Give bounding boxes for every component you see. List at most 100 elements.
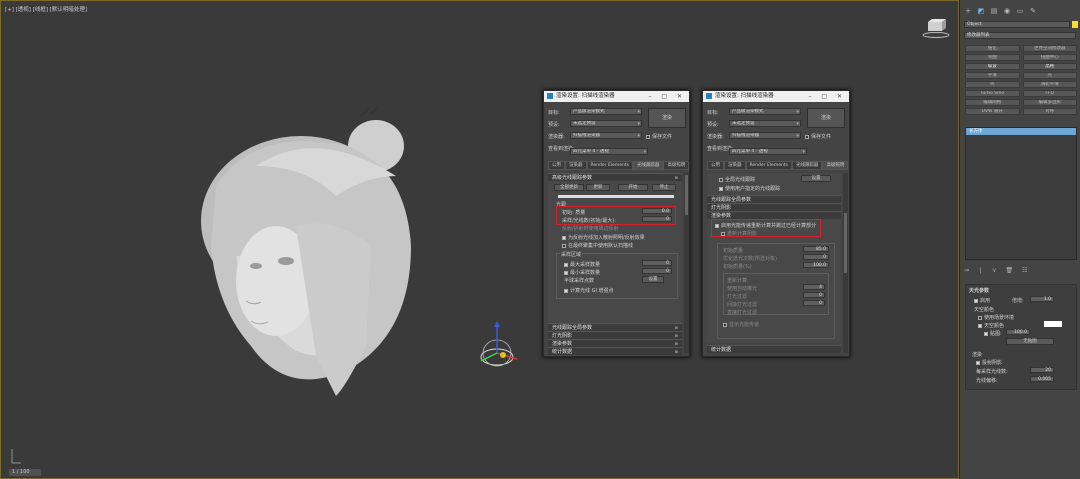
- viewcube-icon[interactable]: [921, 19, 951, 39]
- view-combo[interactable]: 四元菜单 4 - 透视: [570, 148, 648, 155]
- object-color-swatch[interactable]: [1072, 21, 1078, 28]
- tab-render-elements[interactable]: Render Elements: [745, 161, 792, 170]
- modifier-button[interactable]: 扭曲中心: [1022, 54, 1077, 61]
- user-raytrace-check[interactable]: 使用用户指定的光线跟踪: [719, 185, 780, 192]
- modify-icon[interactable]: ◩: [976, 7, 986, 16]
- utilities-icon[interactable]: ✎: [1028, 7, 1038, 16]
- render-button[interactable]: 渲染: [648, 108, 686, 128]
- head-model[interactable]: [196, 106, 426, 406]
- modifier-button[interactable]: 壳: [965, 81, 1020, 88]
- rollup-statistics[interactable]: 统计数据: [707, 345, 841, 353]
- modifier-button[interactable]: 壳: [1022, 72, 1077, 79]
- scrollbar[interactable]: [684, 173, 689, 353]
- modifier-button[interactable]: FFD: [1022, 90, 1077, 97]
- viewport-label[interactable]: [+] [透视] [线框] [默认明暗处理]: [5, 5, 87, 13]
- sky-color-swatch[interactable]: [1044, 321, 1062, 327]
- initial-quality-field[interactable]: 85.0: [803, 246, 829, 252]
- tab-advanced-lighting[interactable]: 高级照明: [663, 161, 690, 170]
- modifier-button[interactable]: 锥化: [965, 45, 1020, 52]
- tab-common[interactable]: 公用: [548, 161, 565, 170]
- params-rollup-title[interactable]: 天光参数: [969, 287, 989, 294]
- on-check[interactable]: 启用: [974, 297, 990, 304]
- stack-item[interactable]: 长方体: [966, 128, 1076, 135]
- modifier-button[interactable]: 编辑网格: [965, 99, 1020, 106]
- setup-button[interactable]: 设置: [801, 175, 831, 182]
- view-combo[interactable]: 四元菜单 4 - 透视: [729, 148, 807, 155]
- rollup-advanced-raytrace[interactable]: 高级光线跟踪参数 ▪: [548, 173, 682, 181]
- remove-icon[interactable]: 🗑: [1005, 267, 1013, 274]
- modifier-button[interactable]: 弯曲: [965, 54, 1020, 61]
- auto-exposure-field[interactable]: 4: [803, 284, 825, 290]
- renderer-combo[interactable]: 扫描线渲染器: [570, 132, 642, 139]
- map-amount-field[interactable]: 100.0: [1006, 329, 1030, 335]
- render-setup-dialog-left[interactable]: 渲染设置: 扫描线渲染器 – □ ✕ 目标: 产品级渲染模式 预设: 未选定预设…: [543, 90, 690, 357]
- rollup-render-params[interactable]: 渲染参数 ▪: [548, 339, 682, 347]
- map-button[interactable]: 无贴图: [1006, 338, 1054, 345]
- modifier-button[interactable]: Turbo Smo: [965, 90, 1020, 97]
- render-button[interactable]: 渲染: [807, 108, 845, 128]
- save-file-check[interactable]: 保存文件: [646, 133, 672, 140]
- check-final-gather[interactable]: 在最终聚集中使用默认扫描线: [562, 242, 633, 249]
- tab-advanced-lighting[interactable]: 高级照明: [822, 161, 849, 170]
- save-file-check[interactable]: 保存文件: [805, 133, 831, 140]
- tab-raytracer[interactable]: 光线跟踪器: [791, 161, 823, 170]
- window-controls[interactable]: – □ ✕: [648, 91, 686, 102]
- update-button[interactable]: 更新: [586, 184, 610, 191]
- modifier-button[interactable]: 平滑: [965, 72, 1020, 79]
- create-icon[interactable]: +: [963, 7, 973, 16]
- display-icon[interactable]: ▭: [1015, 7, 1025, 16]
- modifier-button[interactable]: 世界空间修改器: [1022, 45, 1077, 52]
- target-combo[interactable]: 产品级渲染模式: [570, 108, 642, 115]
- transform-gizmo-icon[interactable]: [473, 319, 523, 371]
- tab-renderer[interactable]: 渲染器: [565, 161, 587, 170]
- rollup-light-shadow[interactable]: 灯光阴影: [707, 203, 841, 211]
- rollup-raytrace-global[interactable]: 光线跟踪全局参数 ▪: [548, 323, 682, 331]
- start-button[interactable]: 开始: [618, 184, 648, 191]
- preset-combo[interactable]: 未选定预设: [729, 120, 801, 127]
- pin-icon[interactable]: ⊸: [964, 267, 969, 274]
- modifier-button[interactable]: 编辑多边形: [1022, 99, 1077, 106]
- refine-iter-field[interactable]: 0: [803, 254, 829, 260]
- modifier-list-combo[interactable]: 修改器列表: [964, 32, 1076, 39]
- indirect-filter-field[interactable]: 0: [803, 300, 825, 306]
- tab-raytracer[interactable]: 光线跟踪器: [632, 161, 664, 170]
- check-refl-gi[interactable]: 为反射光线加入散射照明/反射效果: [562, 234, 645, 241]
- modifier-button[interactable]: 对称: [1022, 108, 1077, 115]
- modifier-button[interactable]: UVW 展开: [965, 108, 1020, 115]
- show-end-icon[interactable]: ❘: [978, 267, 983, 274]
- modifier-stack[interactable]: 长方体: [965, 127, 1077, 260]
- show-radiosity-check[interactable]: 显示光能传递: [723, 321, 759, 328]
- window-controls[interactable]: – □ ✕: [808, 91, 846, 102]
- scrollbar[interactable]: [843, 173, 848, 353]
- motion-icon[interactable]: ◉: [1002, 7, 1012, 16]
- tab-render-elements[interactable]: Render Elements: [586, 161, 633, 170]
- target-combo[interactable]: 产品级渲染模式: [729, 108, 801, 115]
- rays-field[interactable]: 20: [1030, 367, 1054, 373]
- rollup-statistics[interactable]: 统计数据 ▪: [548, 347, 682, 355]
- sky-color-radio[interactable]: 天空颜色: [978, 322, 1004, 329]
- hierarchy-icon[interactable]: ▤: [989, 7, 999, 16]
- modifier-button[interactable]: 晶格: [1022, 63, 1077, 70]
- use-env-radio[interactable]: 使用场景环境: [978, 314, 1014, 321]
- rollup-render-params[interactable]: 渲染参数: [707, 211, 841, 219]
- rollup-global-params[interactable]: 光线跟踪全局参数: [707, 195, 841, 203]
- cast-shadows-check[interactable]: 投射阴影: [976, 359, 1002, 366]
- render-setup-dialog-right[interactable]: 渲染设置: 扫描线渲染器 – □ ✕ 目标: 产品级渲染模式 预设: 未选定预设…: [702, 90, 850, 357]
- tab-common[interactable]: 公用: [707, 161, 724, 170]
- renderer-combo[interactable]: 扫描线渲染器: [729, 132, 801, 139]
- map-check[interactable]: 贴图:: [984, 330, 1002, 337]
- bias-field[interactable]: 0.005: [1030, 376, 1054, 382]
- update-all-button[interactable]: 全部更新: [554, 184, 584, 191]
- configure-icon[interactable]: ☷: [1022, 267, 1027, 274]
- tab-renderer[interactable]: 渲染器: [724, 161, 746, 170]
- preset-combo[interactable]: 未选定预设: [570, 120, 642, 127]
- rollup-light-shadow[interactable]: 灯光阴影 ▪: [548, 331, 682, 339]
- max-samples-field[interactable]: 0: [642, 260, 672, 266]
- light-filter-field[interactable]: 0: [803, 292, 825, 298]
- modifier-button[interactable]: 涡轮平滑: [1022, 81, 1077, 88]
- make-unique-icon[interactable]: ⋎: [992, 267, 996, 274]
- multiplier-field[interactable]: 1.0: [1030, 296, 1054, 302]
- stop-button[interactable]: 停止: [652, 184, 676, 191]
- settings-button[interactable]: 设置: [642, 276, 664, 283]
- modifier-button[interactable]: 噪波: [965, 63, 1020, 70]
